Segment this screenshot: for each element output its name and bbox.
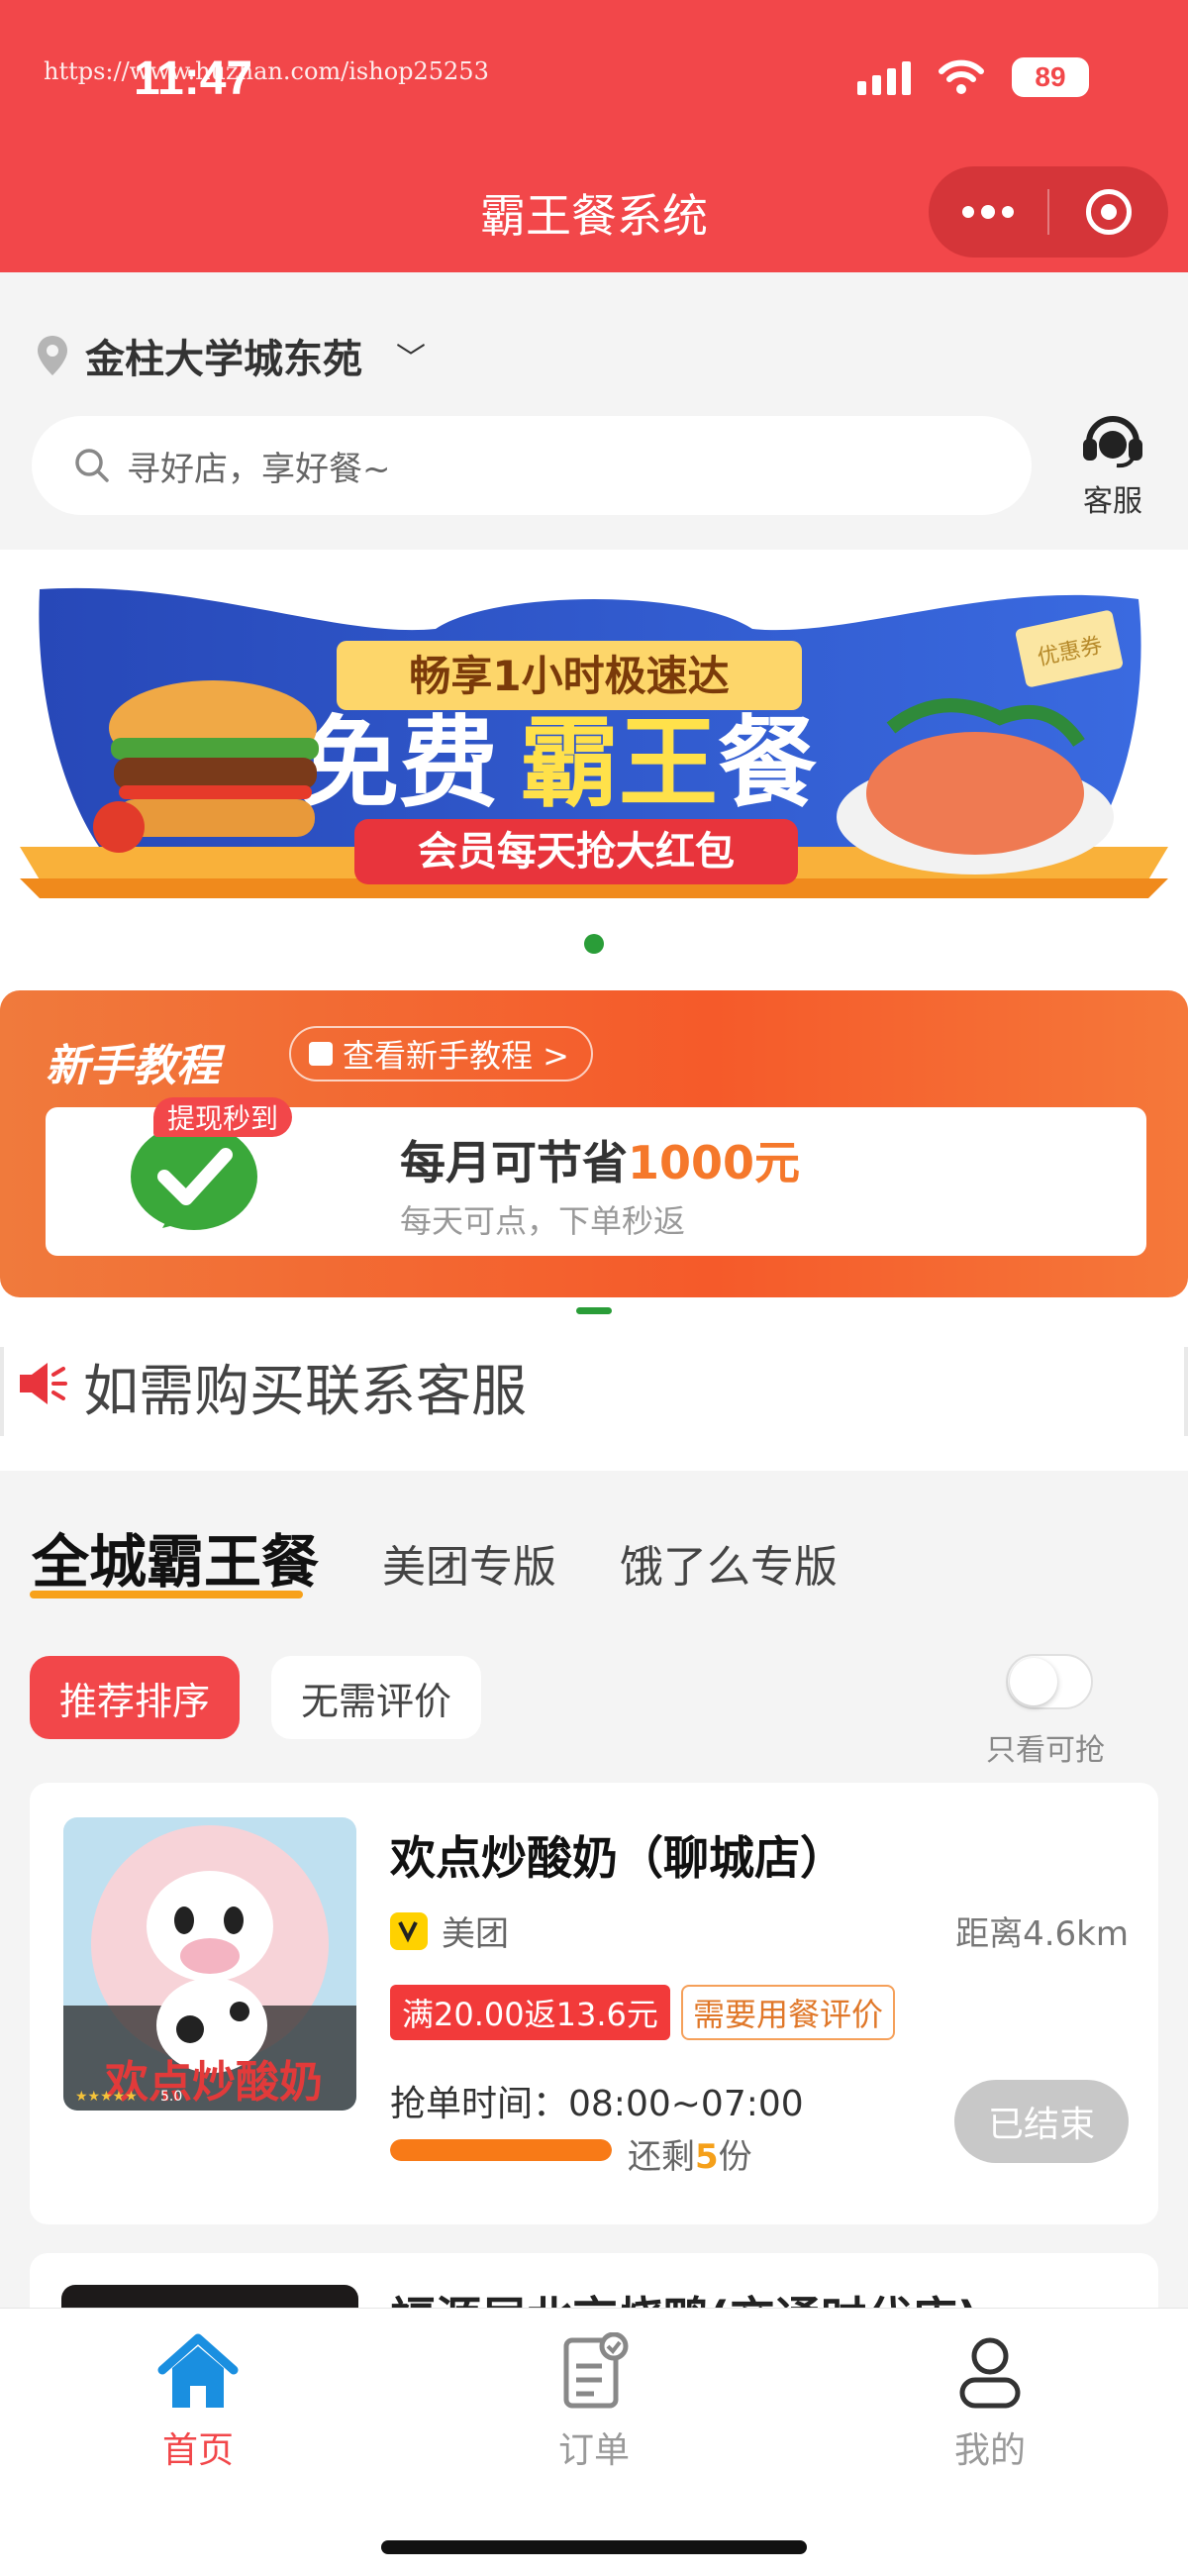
banner-headline-3: 餐 (718, 705, 817, 821)
savings-headline: 每月可节省1000元 (400, 1136, 801, 1189)
tabbar-order[interactable]: 订单 (495, 2331, 693, 2473)
search-placeholder: 寻好店，享好餐~ (127, 449, 391, 489)
tutorial-link[interactable]: 查看新手教程 > (289, 1026, 593, 1082)
tutorial-title: 新手教程 (46, 1041, 220, 1091)
notice-bar: 如需购买联系客服 (0, 1317, 1188, 1471)
battery-indicator: 89 (1012, 57, 1089, 97)
platform-name: 美团 (442, 1914, 509, 1954)
tabbar-order-label: 订单 (557, 2430, 630, 2471)
bottom-tab-bar: 首页 订单 我的 (0, 2308, 1188, 2576)
grab-time: 抢单时间：08:00~07:00 (390, 2084, 804, 2124)
tab-meituan[interactable]: 美团专版 (382, 1531, 556, 1595)
home-indicator (381, 2540, 807, 2554)
progress-fill (390, 2139, 612, 2161)
category-tabs: 全城霸王餐 美团专版 饿了么专版 (32, 1515, 901, 1598)
banner-ribbon: 会员每天抢大红包 (418, 829, 735, 875)
search-input[interactable]: 寻好店，享好餐~ (32, 416, 1032, 515)
watermark-text: https://www.huzhan.com/ishop25253 (44, 57, 489, 85)
megaphone-icon (20, 1363, 67, 1404)
promo-banner: 畅享1小时极速达 免费 霸王 餐 会员每天抢大红包 优惠券 (20, 587, 1168, 898)
wifi-icon (939, 59, 984, 94)
tutorial-banner[interactable]: 新手教程 查看新手教程 > 提现秒到 每月可节省1000元 每天可点，下单秒返 (0, 990, 1188, 1297)
tutorial-section: 新手教程 查看新手教程 > 提现秒到 每月可节省1000元 每天可点，下单秒返 (0, 976, 1188, 1317)
banner-tagline: 畅享1小时极速达 (409, 652, 729, 700)
only-available-label: 只看可抢 (986, 1733, 1105, 1768)
promo-tag: 满20.00返13.6元 (390, 1985, 670, 2040)
service-label: 客服 (1083, 484, 1142, 519)
platform-info: 美团 (390, 1906, 509, 1955)
tab-eleme[interactable]: 饿了么专版 (620, 1531, 838, 1595)
withdraw-badge: 提现秒到 (153, 1097, 293, 1137)
tabbar-home[interactable]: 首页 (99, 2332, 297, 2473)
store-card[interactable]: 欢点炒酸奶 ★★★★★ 5.0 欢点炒酸奶（聊城店） 美团 距离4.6km 满2… (30, 1783, 1158, 2224)
store-distance: 距离4.6km (955, 1914, 1129, 1954)
chevron-down-icon: ﹀ (396, 342, 426, 376)
banner-headline-1: 免费 (300, 705, 498, 821)
more-icon[interactable] (929, 166, 1047, 258)
location-search-area: 金柱大学城东苑 ﹀ 寻好店，享好餐~ 客服 (0, 272, 1188, 550)
customer-service-button[interactable]: 客服 (1077, 411, 1148, 520)
miniprogram-capsule (929, 166, 1168, 258)
home-icon (157, 2333, 239, 2408)
store-name: 欢点炒酸奶（聊城店） (390, 1831, 845, 1885)
headset-icon (1083, 416, 1142, 468)
store-thumbnail: 欢点炒酸奶 ★★★★★ 5.0 (63, 1817, 356, 2111)
location-selector[interactable]: 金柱大学城东苑 ﹀ (36, 327, 426, 384)
tutorial-link-label: 查看新手教程 > (343, 1037, 569, 1075)
active-tab-underline (30, 1591, 303, 1598)
banner-carousel[interactable]: 畅享1小时极速达 免费 霸王 餐 会员每天抢大红包 优惠券 (0, 550, 1188, 976)
edit-icon (309, 1042, 333, 1066)
notice-text: 如需购买联系客服 (83, 1360, 527, 1424)
status-icons: 89 (857, 57, 1089, 97)
wechat-pay-icon (131, 1123, 257, 1230)
tabbar-me[interactable]: 我的 (891, 2332, 1089, 2473)
sort-recommended-button[interactable]: 推荐排序 (30, 1656, 241, 1739)
signal-icon (857, 59, 911, 95)
remaining-count: 还剩5份 (628, 2137, 752, 2177)
carousel-indicator (584, 934, 604, 954)
no-review-filter-button[interactable]: 无需评价 (271, 1656, 482, 1739)
tab-citywide[interactable]: 全城霸王餐 (32, 1515, 319, 1598)
thumb-rating: 5.0 (160, 2089, 182, 2105)
tabbar-me-label: 我的 (953, 2430, 1026, 2471)
ended-button[interactable]: 已结束 (954, 2080, 1129, 2163)
tabbar-home-label: 首页 (161, 2430, 234, 2471)
review-required-tag: 需要用餐评价 (681, 1985, 896, 2040)
order-icon (563, 2331, 629, 2409)
tutorial-indicator (576, 1307, 612, 1314)
banner-headline-2: 霸王 (520, 705, 718, 821)
search-icon (75, 449, 109, 482)
burger-icon (93, 680, 319, 853)
svg-text:★★★★★: ★★★★★ (75, 2089, 138, 2105)
user-icon (959, 2337, 1021, 2409)
savings-subtitle: 每天可点，下单秒返 (400, 1202, 686, 1240)
only-available-toggle[interactable] (1006, 1654, 1093, 1709)
close-target-icon[interactable] (1049, 189, 1168, 235)
location-pin-icon (38, 336, 67, 375)
top-bar: 11:47 https://www.huzhan.com/ishop25253 … (0, 0, 1188, 272)
meituan-icon (390, 1911, 428, 1950)
location-name: 金柱大学城东苑 (85, 337, 362, 382)
stock-progress-bar (390, 2139, 612, 2161)
